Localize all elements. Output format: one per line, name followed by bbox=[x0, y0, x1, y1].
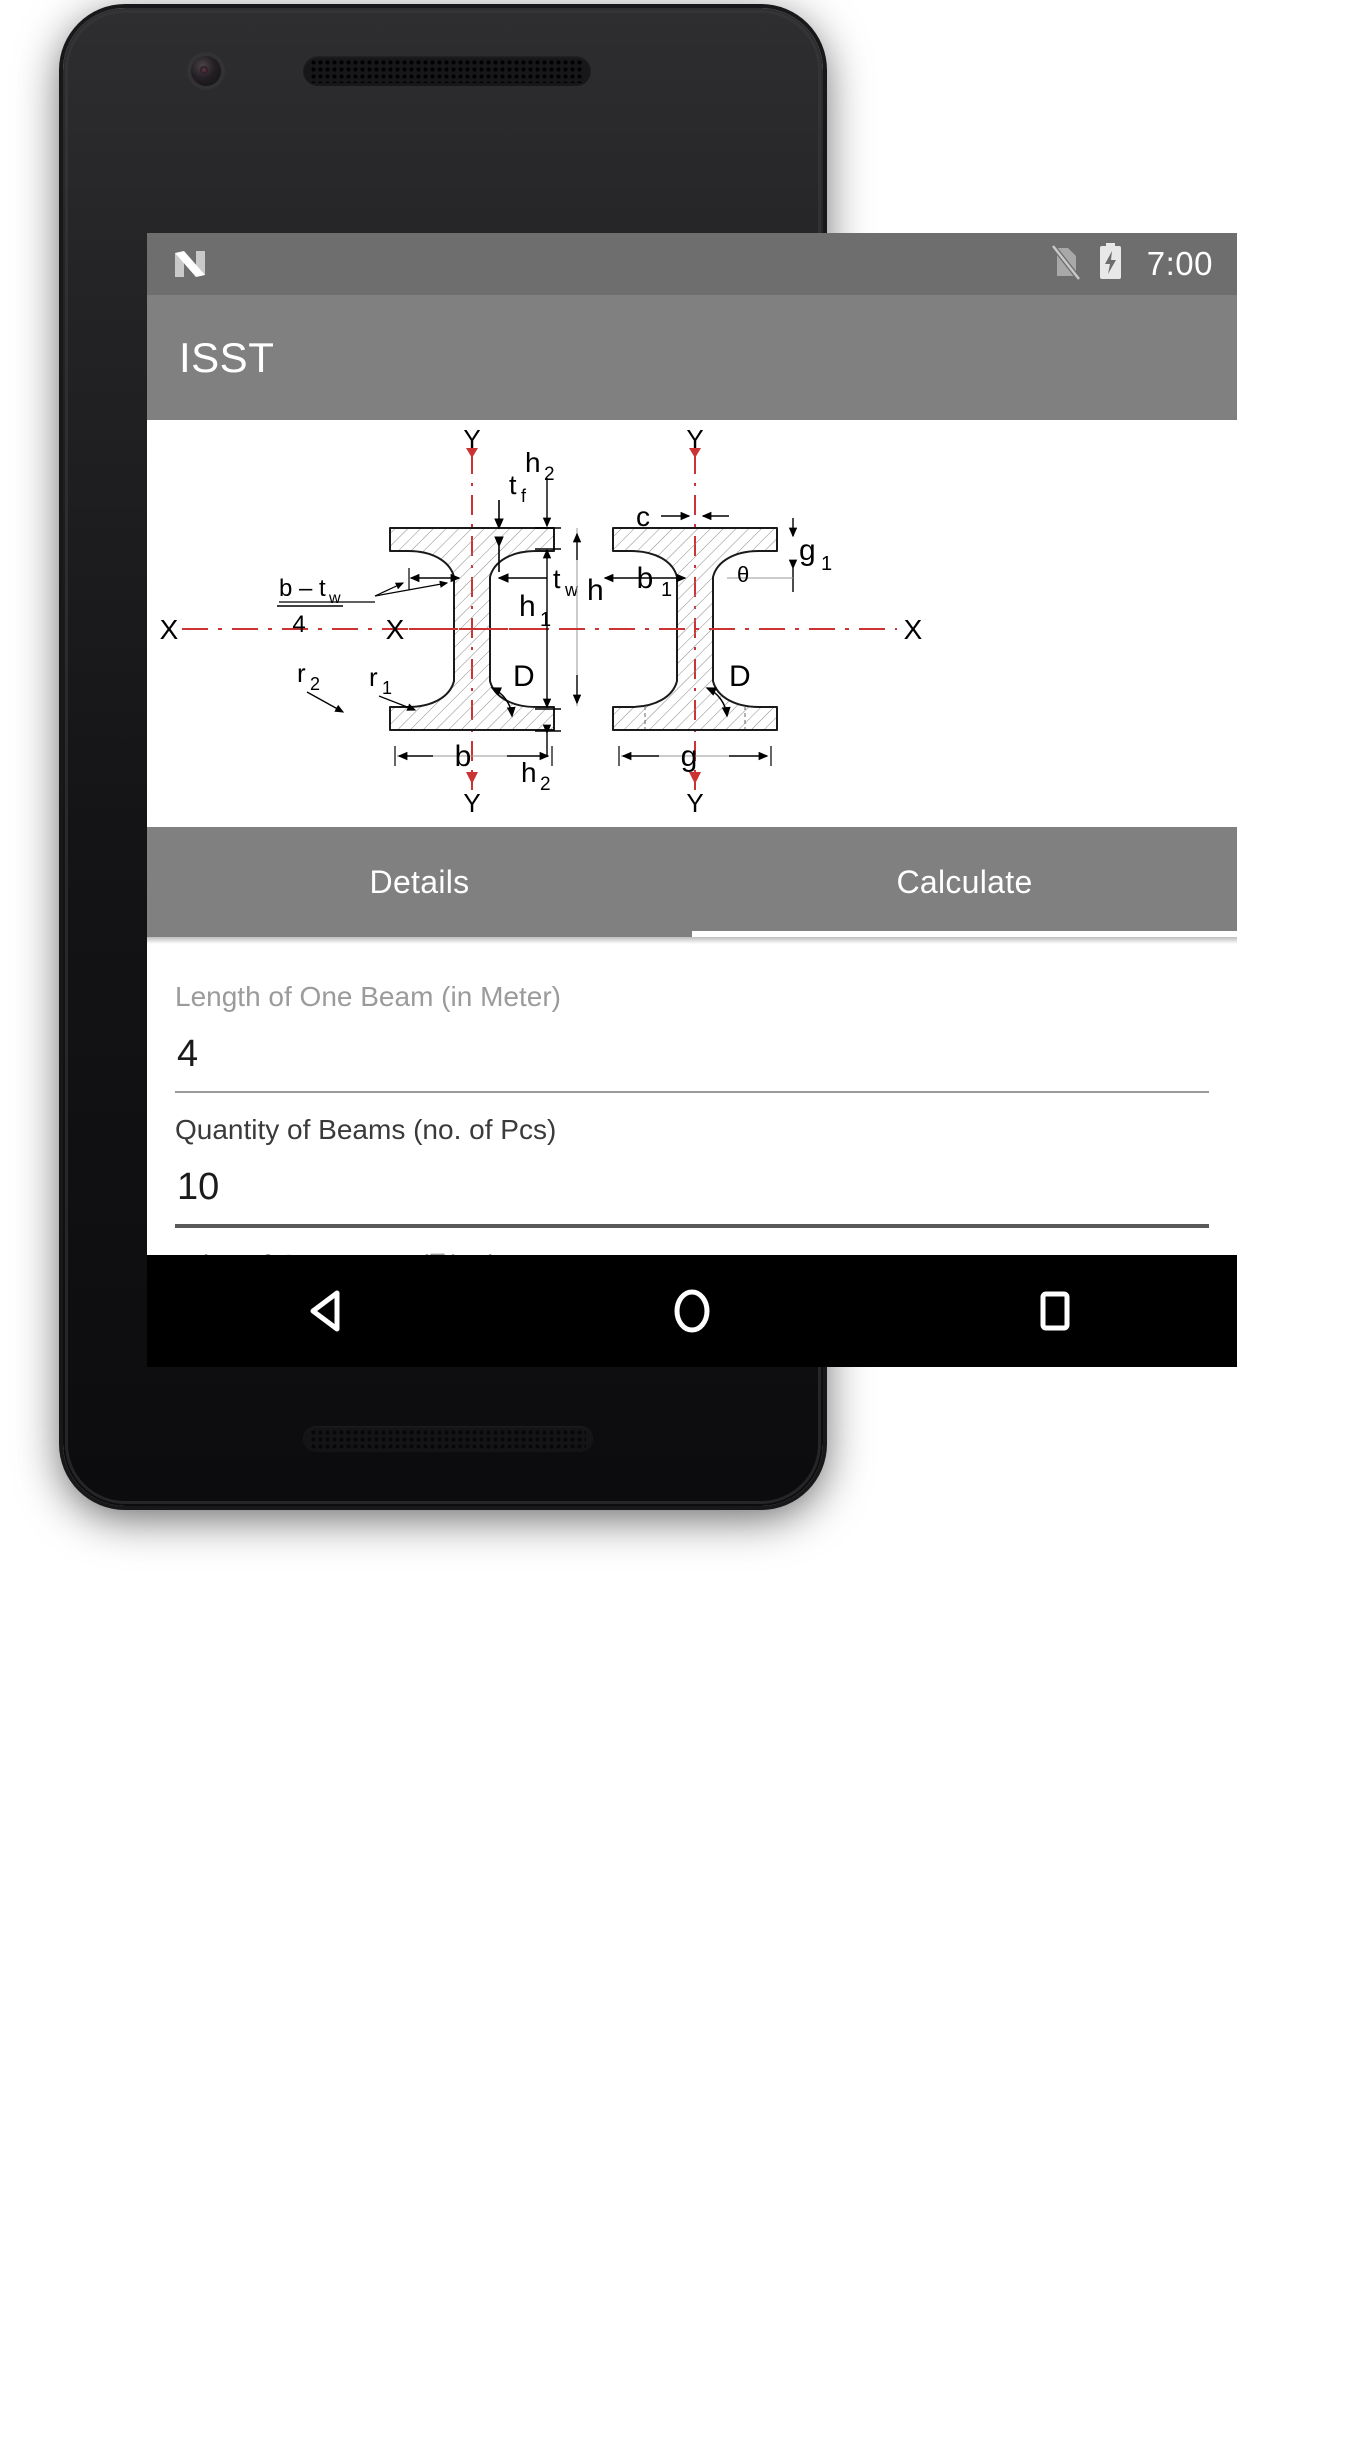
svg-text:Y: Y bbox=[686, 788, 703, 818]
svg-text:D: D bbox=[513, 660, 535, 693]
tab-details[interactable]: Details bbox=[147, 827, 692, 937]
i-beam-cross-section-diagram: Y Y X tf tw h b – t w 4 r 2 r 1 D b Y Y … bbox=[147, 420, 1237, 827]
svg-text:h: h bbox=[519, 590, 536, 623]
status-bar-clock: 7:00 bbox=[1146, 245, 1213, 282]
svg-text:c: c bbox=[636, 501, 650, 532]
field-quantity-label: Quantity of Beams (no. of Pcs) bbox=[175, 1113, 557, 1145]
svg-text:2: 2 bbox=[310, 674, 320, 694]
svg-text:h: h bbox=[521, 757, 537, 788]
tab-active-indicator bbox=[692, 931, 1237, 937]
svg-text:t: t bbox=[553, 564, 561, 594]
svg-text:2: 2 bbox=[544, 464, 555, 485]
tab-calculate-label: Calculate bbox=[896, 863, 1033, 900]
svg-text:b: b bbox=[455, 740, 472, 773]
tab-bar-shadow bbox=[147, 937, 1237, 944]
field-quantity-of-beams: Quantity of Beams (no. of Pcs) 10 bbox=[175, 1093, 1209, 1228]
no-sim-icon bbox=[1050, 243, 1081, 285]
svg-text:t: t bbox=[509, 470, 517, 500]
app-title: ISST bbox=[179, 333, 275, 381]
field-length-of-one-beam: Length of One Beam (in Meter) 4 bbox=[175, 960, 1209, 1093]
svg-text:Y: Y bbox=[463, 788, 480, 818]
svg-text:Y: Y bbox=[463, 424, 480, 454]
svg-text:X: X bbox=[904, 614, 923, 645]
svg-text:1: 1 bbox=[540, 609, 551, 631]
back-triangle-icon[interactable] bbox=[301, 1283, 357, 1339]
app-toolbar: ISST bbox=[147, 295, 1237, 420]
battery-charging-icon bbox=[1098, 243, 1123, 285]
svg-text:1: 1 bbox=[661, 579, 672, 601]
android-navigation-bar bbox=[147, 1255, 1237, 1367]
home-circle-icon[interactable] bbox=[664, 1283, 720, 1339]
svg-text:1: 1 bbox=[382, 678, 392, 698]
earpiece-speaker bbox=[303, 56, 591, 86]
status-bar-icons: 7:00 bbox=[1050, 243, 1213, 285]
svg-text:r: r bbox=[297, 658, 306, 688]
quantity-input[interactable]: 10 bbox=[175, 1146, 1209, 1224]
svg-text:w: w bbox=[328, 590, 341, 607]
field-length-label: Length of One Beam (in Meter) bbox=[175, 981, 561, 1012]
tab-calculate[interactable]: Calculate bbox=[692, 827, 1237, 937]
svg-text:b: b bbox=[637, 562, 654, 595]
svg-text:h: h bbox=[587, 574, 604, 607]
svg-text:g: g bbox=[799, 534, 816, 567]
svg-text:1: 1 bbox=[821, 553, 832, 575]
svg-text:Y: Y bbox=[686, 424, 703, 454]
bottom-speaker bbox=[303, 1426, 593, 1452]
svg-text:θ: θ bbox=[737, 562, 749, 587]
svg-text:b – t: b – t bbox=[279, 575, 326, 602]
status-bar: 7:00 bbox=[147, 233, 1237, 295]
recents-square-icon[interactable] bbox=[1027, 1283, 1083, 1339]
svg-text:h: h bbox=[525, 447, 541, 478]
svg-text:2: 2 bbox=[540, 774, 551, 795]
android-n-logo-icon bbox=[171, 245, 209, 283]
tab-details-label: Details bbox=[369, 863, 470, 900]
svg-text:f: f bbox=[521, 486, 527, 506]
svg-text:X: X bbox=[160, 614, 179, 645]
svg-text:4: 4 bbox=[292, 611, 305, 638]
front-camera-icon bbox=[191, 56, 221, 86]
svg-text:X: X bbox=[386, 614, 405, 645]
phone-screen: 7:00 ISST Y Y X t f t w h b – t w 4 r 2 … bbox=[147, 233, 1237, 1367]
svg-text:D: D bbox=[729, 660, 751, 693]
length-input[interactable]: 4 bbox=[175, 1013, 1209, 1091]
tab-bar: Details Calculate bbox=[147, 827, 1237, 937]
svg-text:r: r bbox=[369, 662, 378, 692]
svg-text:g: g bbox=[681, 740, 698, 773]
